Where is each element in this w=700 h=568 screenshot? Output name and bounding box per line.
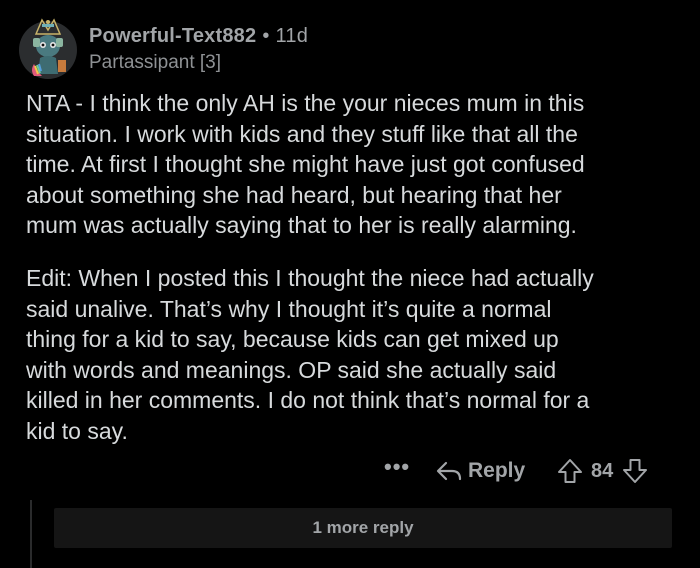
upvote-arrow-icon[interactable] [557, 458, 583, 484]
comment-line: said unalive. That’s why I thought it’s … [26, 295, 552, 322]
header-separator: • [262, 25, 270, 47]
comment-header: Powerful-Text882 • 11d [89, 25, 308, 48]
downvote-arrow-icon[interactable] [622, 458, 648, 484]
comment-line: thing for a kid to say, because kids can… [26, 326, 559, 352]
comment-line: NTA - I think the only AH is the your ni… [26, 90, 585, 116]
thread-line[interactable] [30, 500, 32, 568]
author-username[interactable]: Powerful-Text882 [89, 25, 256, 47]
comment-paragraph-2: Edit: When I posted this I thought the n… [26, 263, 686, 446]
comment-line: Edit: When I posted this I thought the n… [26, 265, 594, 291]
comment-line: about something she had heard, but heari… [26, 181, 562, 208]
user-avatar[interactable] [18, 14, 78, 80]
comment-paragraph-1: NTA - I think the only AH is the your ni… [26, 88, 686, 241]
reply-button[interactable]: Reply [436, 456, 525, 486]
reply-label: Reply [468, 459, 526, 482]
comment-line: time. At first I thought she might have … [26, 151, 585, 177]
more-replies-button[interactable]: 1 more reply [54, 508, 672, 548]
comment-line: kid to say. [26, 417, 128, 444]
comment-line: with words and meanings. OP said she act… [26, 356, 557, 383]
more-options-button[interactable]: ••• [384, 454, 410, 480]
comment-line: killed in her comments. I do not think t… [26, 387, 590, 413]
reply-arrow-icon [436, 461, 462, 481]
comment-actions: ••• Reply 84 [0, 454, 700, 486]
vote-score: 84 [591, 459, 614, 482]
comment-line: situation. I work with kids and they stu… [26, 120, 578, 147]
comment-line: mum was actually saying that to her is r… [26, 212, 577, 238]
user-flair: Partassipant [3] [89, 52, 222, 73]
comment-age: 11d [275, 25, 309, 47]
avatar-icon [19, 18, 77, 79]
comment: Powerful-Text882 • 11d Partassipant [3] NT… [0, 0, 700, 568]
more-replies-label: 1 more reply [312, 518, 414, 537]
vote-controls: 84 [557, 456, 648, 486]
